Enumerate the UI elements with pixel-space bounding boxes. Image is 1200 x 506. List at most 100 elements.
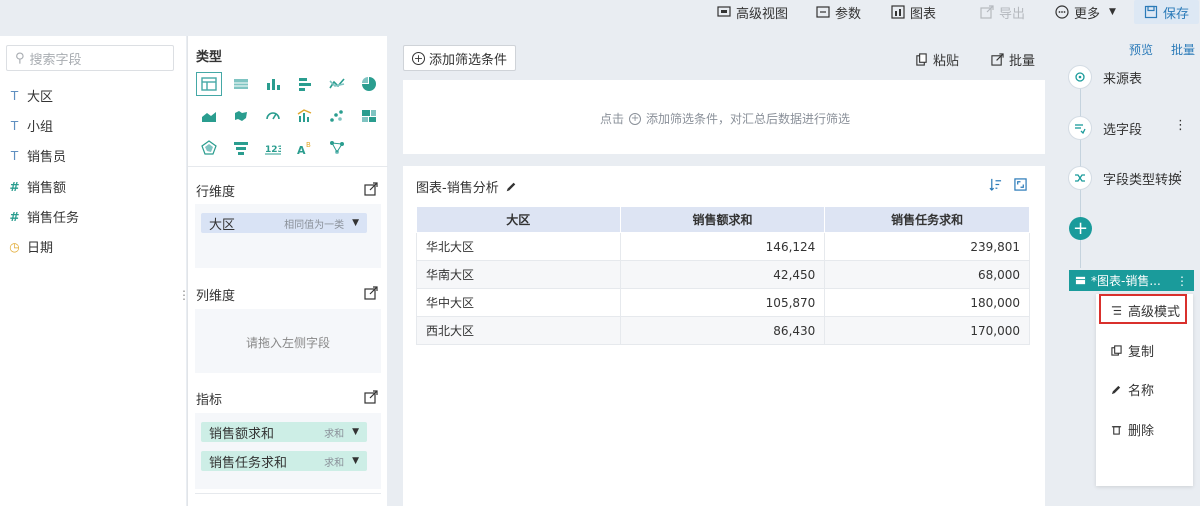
step-source-table[interactable]: 来源表 xyxy=(1068,65,1142,89)
expand-link-icon[interactable] xyxy=(364,390,378,404)
chart-type-scatter[interactable] xyxy=(324,104,350,128)
fullscreen-icon[interactable] xyxy=(1014,178,1027,191)
chart-type-wordcloud[interactable]: AB xyxy=(292,136,318,160)
chart-type-hbar[interactable] xyxy=(292,72,318,96)
word-cloud-icon: AB xyxy=(297,141,311,156)
horizontal-bar-icon xyxy=(299,78,311,91)
chart-type-pie[interactable] xyxy=(356,72,382,96)
funnel-icon xyxy=(234,142,248,155)
chart-title: 图表-销售分析 xyxy=(416,177,517,196)
field-item-salesperson[interactable]: T 销售员 xyxy=(8,146,66,166)
column-dimension-title: 列维度 xyxy=(196,289,236,304)
network-graph-icon xyxy=(330,141,344,154)
search-icon: ⚲ xyxy=(15,50,25,66)
trash-icon xyxy=(1111,426,1122,435)
table-cell: 105,870 xyxy=(619,288,826,317)
sort-icon[interactable] xyxy=(989,178,1002,191)
clock-icon: ◷ xyxy=(9,239,20,254)
metrics-title: 指标 xyxy=(196,393,223,408)
menu-item-delete[interactable]: 删除 xyxy=(1111,420,1154,439)
chart-panel: 图表-销售分析 大区 销售额求和 销售任务求和 华北大区 146,124 239… xyxy=(403,166,1045,506)
caret-down-icon: ▼ xyxy=(1109,7,1116,17)
field-item-sales-target[interactable]: # 销售任务 xyxy=(8,207,79,227)
chart-type-map[interactable] xyxy=(228,104,254,128)
paste-button[interactable]: 粘贴 xyxy=(915,50,959,69)
chart-type-treemap[interactable] xyxy=(356,104,382,128)
table-cell: 西北大区 xyxy=(416,316,621,345)
chart-type-detail-table[interactable] xyxy=(228,72,254,96)
caret-down-icon[interactable]: ▼ xyxy=(352,218,359,228)
step-menu-kebab[interactable]: ⋮ xyxy=(1176,274,1188,288)
params-button[interactable]: 参数 xyxy=(816,2,861,22)
metric-pill-sales-target[interactable]: 销售任务求和 求和 ▼ xyxy=(201,451,367,471)
advanced-view-button[interactable]: 高级视图 xyxy=(717,2,788,22)
number-geo-field-icon: # xyxy=(9,209,20,224)
add-filter-button[interactable]: + 添加筛选条件 xyxy=(403,45,517,71)
table-cell: 146,124 xyxy=(619,232,826,261)
step-menu-kebab[interactable]: ⋮ xyxy=(1174,169,1187,184)
edit-pencil-icon xyxy=(1111,385,1121,395)
add-step-button[interactable]: + xyxy=(1069,217,1092,240)
number-geo-field-icon: # xyxy=(9,179,20,194)
chart-type-table[interactable] xyxy=(196,72,222,96)
field-search-input[interactable]: ⚲ 搜索字段 xyxy=(6,45,174,71)
chart-type-funnel[interactable] xyxy=(228,136,254,160)
svg-text:B: B xyxy=(306,141,311,149)
batch-steps-button[interactable]: 批量 xyxy=(1171,41,1195,58)
chart-type-graph[interactable] xyxy=(324,136,350,160)
menu-item-rename[interactable]: 名称 xyxy=(1111,380,1154,399)
step-select-field[interactable]: 选字段 xyxy=(1068,116,1142,140)
plus-icon: + xyxy=(1072,218,1089,239)
step-active-chart[interactable]: *图表-销售... ⋮ xyxy=(1069,270,1194,291)
save-button[interactable]: 保存 xyxy=(1134,0,1200,24)
treemap-icon xyxy=(362,110,376,122)
preview-button[interactable]: 预览 xyxy=(1129,41,1153,58)
text-geo-field-icon: T xyxy=(10,88,19,103)
table-cell: 68,000 xyxy=(824,260,1030,289)
menu-item-copy[interactable]: 复制 xyxy=(1111,341,1154,360)
chart-type-radar[interactable] xyxy=(196,136,222,160)
table-cell: 180,000 xyxy=(824,288,1030,317)
bar-chart-icon xyxy=(267,79,280,90)
chart-type-bar[interactable] xyxy=(260,72,286,96)
chart-type-gauge[interactable] xyxy=(260,104,286,128)
table-row: 华南大区 42,450 68,000 xyxy=(416,260,1030,289)
chart-type-combo[interactable] xyxy=(292,104,318,128)
more-circle-icon xyxy=(1055,5,1069,19)
field-item-group[interactable]: T 小组 xyxy=(8,116,53,136)
chart-type-title: 类型 xyxy=(196,50,223,65)
table-row: 西北大区 86,430 170,000 xyxy=(416,316,1030,345)
divider xyxy=(188,166,388,167)
column-header[interactable]: 销售任务求和 xyxy=(824,206,1030,233)
shuffle-icon xyxy=(1068,166,1092,190)
edit-pencil-icon[interactable] xyxy=(505,181,517,193)
filter-area[interactable]: 点击 + 添加筛选条件，对汇总后数据进行筛选 xyxy=(403,80,1045,154)
plus-circle-icon: + xyxy=(412,51,425,65)
column-header[interactable]: 大区 xyxy=(416,206,621,233)
step-context-menu: 高级模式 复制 名称 删除 xyxy=(1096,294,1193,486)
table-cell: 42,450 xyxy=(619,260,826,289)
export-button[interactable]: 导出 xyxy=(980,2,1025,22)
chart-button[interactable]: 图表 xyxy=(891,2,936,22)
chart-type-line[interactable] xyxy=(324,72,350,96)
column-header[interactable]: 销售额求和 xyxy=(619,206,826,233)
batch-button[interactable]: 批量 xyxy=(991,50,1035,69)
row-dimension-title: 行维度 xyxy=(196,185,236,200)
caret-down-icon[interactable]: ▼ xyxy=(352,427,359,437)
step-menu-kebab[interactable]: ⋮ xyxy=(1174,118,1187,133)
field-item-region[interactable]: T 大区 xyxy=(8,86,53,106)
number-kpi-icon: 123 xyxy=(265,145,281,155)
metric-pill-sales[interactable]: 销售额求和 求和 ▼ xyxy=(201,422,367,442)
more-button[interactable]: 更多 ▼ xyxy=(1055,2,1116,22)
expand-link-icon[interactable] xyxy=(364,286,378,300)
step-field-convert[interactable]: 字段类型转换 xyxy=(1068,166,1181,190)
field-item-sales[interactable]: # 销售额 xyxy=(8,177,66,197)
row-dimension-pill[interactable]: 大区 相同值为一类 ▼ xyxy=(201,213,367,233)
caret-down-icon[interactable]: ▼ xyxy=(352,456,359,466)
gauge-icon xyxy=(266,112,280,120)
expand-link-icon[interactable] xyxy=(364,182,378,196)
menu-item-advanced-mode[interactable]: 高级模式 xyxy=(1111,301,1180,320)
chart-type-area[interactable] xyxy=(196,104,222,128)
chart-type-kpi[interactable]: 123 xyxy=(260,136,286,160)
field-item-date[interactable]: ◷ 日期 xyxy=(8,237,53,257)
